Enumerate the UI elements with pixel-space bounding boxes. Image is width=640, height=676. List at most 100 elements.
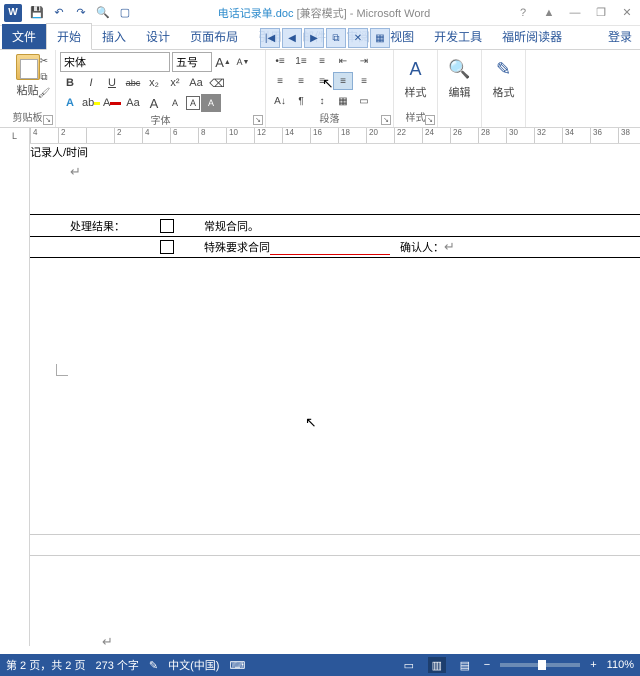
help-button[interactable]: ? — [514, 4, 532, 22]
highlight-button[interactable]: ab — [81, 94, 101, 112]
proofing-button[interactable]: ✎ — [149, 659, 158, 672]
shading-button[interactable]: ▦ — [333, 92, 353, 110]
bullets-button[interactable]: •≡ — [270, 52, 290, 70]
decrease-indent-button[interactable]: ⇤ — [333, 52, 353, 70]
ruler-tick: 2 — [58, 128, 65, 143]
line-spacing-button[interactable]: ↕ — [312, 92, 332, 110]
shrink-font-2-button[interactable]: A — [165, 94, 185, 112]
page-indicator[interactable]: 第 2 页，共 2 页 — [6, 657, 85, 673]
web-layout-button[interactable]: ▤ — [456, 657, 474, 673]
format-button[interactable]: ✎ 格式 — [486, 52, 521, 100]
tab-selector[interactable]: L — [0, 128, 30, 144]
ruler-tick: 26 — [450, 128, 462, 143]
strikethrough-button[interactable]: abc — [123, 74, 143, 92]
next-record-button[interactable]: ▶ — [304, 28, 324, 48]
zoom-in-button[interactable]: + — [590, 659, 596, 671]
first-record-button[interactable]: |◀ — [260, 28, 280, 48]
italic-button[interactable]: I — [81, 74, 101, 92]
print-preview-button[interactable]: 🔍 — [94, 4, 112, 22]
editing-button[interactable]: 🔍 编辑 — [442, 52, 477, 100]
enclosed-char-button[interactable]: A — [186, 96, 200, 110]
shrink-font-button[interactable]: A▼ — [234, 52, 252, 72]
close-button[interactable]: ✕ — [618, 4, 636, 22]
new-doc-button[interactable]: ▢ — [116, 4, 134, 22]
zoom-slider[interactable] — [500, 663, 580, 667]
align-center-button[interactable]: ≡ — [291, 72, 311, 90]
read-mode-button[interactable]: ▭ — [400, 657, 418, 673]
language-button[interactable]: 中文(中国) — [168, 657, 219, 673]
format-icon: ✎ — [491, 56, 517, 82]
subscript-button[interactable]: x₂ — [144, 74, 164, 92]
sort-button[interactable]: A↓ — [270, 92, 290, 110]
editing-group: 🔍 编辑 — [438, 50, 482, 127]
format-painter-button[interactable]: 🖌 — [36, 86, 52, 100]
clear-format-button[interactable]: ⌫ — [207, 74, 227, 92]
show-marks-button[interactable]: ¶ — [291, 92, 311, 110]
ribbon-collapse-button[interactable]: ▲ — [540, 4, 558, 22]
tab-foxit[interactable]: 福昕阅读器 — [492, 24, 572, 49]
tab-developer[interactable]: 开发工具 — [424, 24, 492, 49]
underline-button[interactable]: U — [102, 74, 122, 92]
ruler-tick: 8 — [198, 128, 205, 143]
styles-dialog-launcher[interactable]: ↘ — [425, 115, 435, 125]
borders-button[interactable]: ▭ — [354, 92, 374, 110]
change-case-2-button[interactable]: Aa — [123, 94, 143, 112]
ruler-tick: 2 — [114, 128, 121, 143]
minimize-button[interactable]: — — [566, 4, 584, 22]
grow-font-button[interactable]: A▲ — [214, 52, 232, 72]
page-corner-bl — [56, 364, 68, 376]
close-overlay-button[interactable]: ✕ — [348, 28, 368, 48]
copy-record-button[interactable]: ⧉ — [326, 28, 346, 48]
more-overlay-button[interactable]: ▦ — [370, 28, 390, 48]
tab-design[interactable]: 设计 — [136, 24, 180, 49]
restore-button[interactable]: ❐ — [592, 4, 610, 22]
ime-button[interactable]: ⌨ — [229, 659, 245, 672]
ruler-tick: 28 — [478, 128, 490, 143]
numbering-button[interactable]: 1≡ — [291, 52, 311, 70]
distribute-button[interactable]: ≡ — [354, 72, 374, 90]
paragraph-dialog-launcher[interactable]: ↘ — [381, 115, 391, 125]
align-left-button[interactable]: ≡ — [270, 72, 290, 90]
word-count[interactable]: 273 个字 — [95, 657, 138, 673]
font-name-combo[interactable] — [60, 52, 170, 72]
font-dialog-launcher[interactable]: ↘ — [253, 115, 263, 125]
checkbox-2[interactable] — [160, 240, 174, 254]
multilevel-list-button[interactable]: ≡ — [312, 52, 332, 70]
ruler-tick: 12 — [254, 128, 266, 143]
cut-button[interactable]: ✂ — [36, 54, 52, 68]
checkbox-1[interactable] — [160, 219, 174, 233]
font-size-combo[interactable] — [172, 52, 212, 72]
vertical-ruler[interactable] — [0, 144, 30, 646]
save-button[interactable]: 💾 — [28, 4, 46, 22]
justify-button[interactable]: ≡ — [333, 72, 353, 90]
bold-button[interactable]: B — [60, 74, 80, 92]
increase-indent-button[interactable]: ⇥ — [354, 52, 374, 70]
page-1-bottom: ↵ 记录人/时间 处理结果： 常规合同。 特殊要求合同 确认人： ↵ — [30, 144, 640, 404]
clipboard-dialog-launcher[interactable]: ↘ — [43, 115, 53, 125]
char-border-button[interactable]: A — [201, 94, 221, 112]
login-button[interactable]: 登录 — [600, 24, 640, 49]
zoom-level[interactable]: 110% — [607, 659, 634, 671]
align-right-button[interactable]: ≡ — [312, 72, 332, 90]
undo-button[interactable]: ↶ — [50, 4, 68, 22]
page-break — [30, 534, 640, 556]
horizontal-ruler[interactable]: L 422468101214161820222426283032343638 — [0, 128, 640, 144]
tab-home[interactable]: 开始 — [46, 23, 92, 50]
tab-file[interactable]: 文件 — [2, 24, 46, 49]
redo-button[interactable]: ↷ — [72, 4, 90, 22]
tab-insert[interactable]: 插入 — [92, 24, 136, 49]
font-color-button[interactable]: A — [102, 94, 122, 112]
ruler-tick: 32 — [534, 128, 546, 143]
superscript-button[interactable]: x² — [165, 74, 185, 92]
zoom-out-button[interactable]: − — [484, 659, 490, 671]
zoom-thumb[interactable] — [538, 660, 546, 670]
copy-button[interactable]: ⧉ — [36, 70, 52, 84]
change-case-button[interactable]: Aa — [186, 74, 206, 92]
prev-record-button[interactable]: ◀ — [282, 28, 302, 48]
text-effects-button[interactable]: A — [60, 94, 80, 112]
styles-button[interactable]: A 样式 — [398, 52, 433, 100]
print-layout-button[interactable]: ▥ — [428, 657, 446, 673]
grow-font-2-button[interactable]: A — [144, 94, 164, 112]
document-canvas[interactable]: ↵ 记录人/时间 处理结果： 常规合同。 特殊要求合同 确认人： ↵ — [30, 144, 640, 646]
tab-layout[interactable]: 页面布局 — [180, 24, 248, 49]
